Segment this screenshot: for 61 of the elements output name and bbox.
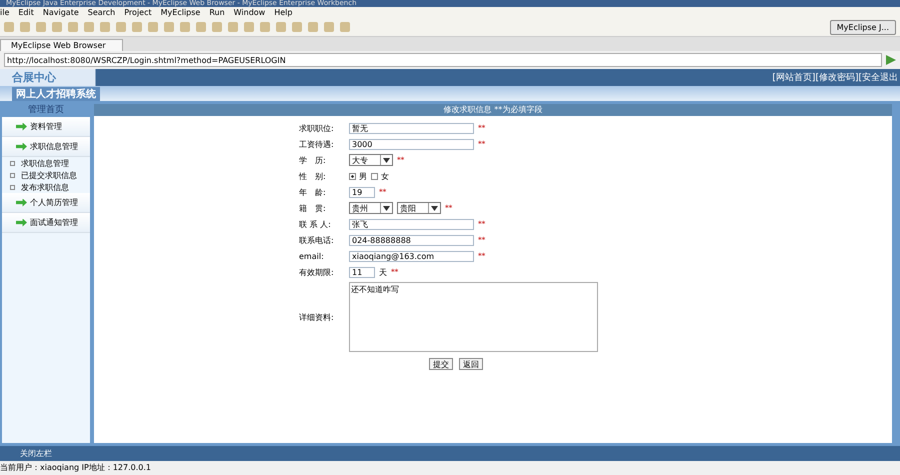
dropdown[interactable]: 贵州	[349, 202, 393, 214]
editor-tab[interactable]: MyEclipse Web Browser	[0, 39, 123, 51]
field-label: 有效期限:	[299, 266, 335, 278]
caret-icon	[380, 155, 392, 165]
menu-item[interactable]: Help	[274, 7, 292, 18]
sidebar-section[interactable]: 资料管理	[2, 117, 90, 137]
text-field[interactable]: 11	[349, 266, 375, 278]
dropdown[interactable]: 贵阳	[397, 202, 441, 214]
menu-item[interactable]: Search	[88, 7, 116, 18]
field-label: 求职职位:	[299, 122, 335, 134]
menu-item[interactable]: ile	[0, 7, 10, 18]
text-field[interactable]: 暂无	[349, 122, 474, 134]
text-field[interactable]: 张飞	[349, 218, 474, 230]
field-label: 性 别:	[299, 170, 327, 182]
sidebar-section[interactable]: 面试通知管理	[2, 213, 90, 233]
sidebar-title[interactable]: 管理首页	[2, 104, 90, 117]
text-field[interactable]: 19	[349, 186, 375, 198]
field-label: 籍 贯:	[299, 202, 327, 214]
sidebar-link[interactable]: 已提交求职信息	[2, 169, 90, 181]
sidebar-section[interactable]: 求职信息管理	[2, 137, 90, 157]
field-label: email:	[299, 252, 325, 260]
radio-label: 男	[359, 170, 367, 182]
text-field[interactable]: 3000	[349, 138, 474, 150]
menu-item[interactable]: Run	[209, 7, 225, 18]
unit-label: 天	[379, 266, 387, 278]
field-label: 联系电话:	[299, 234, 335, 246]
header-link[interactable]: [网站首页]	[772, 71, 816, 84]
menu-item[interactable]: Window	[234, 7, 266, 18]
dropdown[interactable]: 大专	[349, 154, 393, 166]
sidebar-section[interactable]: 个人简历管理	[2, 193, 90, 213]
site-logo: 合展中心	[10, 70, 56, 85]
text-field[interactable]: 024-88888888	[349, 234, 474, 246]
radio-label: 女	[381, 170, 389, 182]
text-field[interactable]: xiaoqiang@163.com	[349, 250, 474, 262]
radio-button[interactable]	[349, 172, 356, 180]
field-label: 年 龄:	[299, 186, 327, 198]
text-area[interactable]: 还不知道咋写	[349, 282, 598, 352]
footer-link[interactable]: 关闭左栏	[0, 448, 52, 459]
radio-button[interactable]	[371, 172, 378, 180]
menu-item[interactable]: Project	[124, 7, 152, 18]
field-label: 详细资料:	[299, 312, 335, 322]
system-title: 网上人才招聘系统	[12, 86, 100, 100]
form-header: 修改求职信息 **为必填字段	[94, 104, 892, 116]
sidebar-link[interactable]: 求职信息管理	[2, 157, 90, 169]
header-link[interactable]: [修改密码]	[815, 71, 858, 84]
status-text: 当前用户：xiaoqiang IP地址：127.0.0.1	[0, 461, 900, 475]
perspective-button[interactable]: MyEclipse J...	[830, 20, 896, 34]
go-icon[interactable]	[886, 55, 896, 65]
form-button[interactable]: 提交	[429, 358, 453, 370]
field-label: 工资待遇:	[299, 138, 335, 150]
address-field[interactable]: http://localhost:8080/WSRCZP/Login.shtml?method=PAGEUSERLOGIN	[4, 53, 882, 67]
field-label: 联 系 人:	[299, 218, 332, 230]
field-label: 学 历:	[299, 154, 327, 166]
caret-icon	[380, 203, 392, 213]
header-link[interactable]: [安全退出	[858, 71, 898, 84]
menu-item[interactable]: Edit	[18, 7, 34, 18]
form-button[interactable]: 返回	[459, 358, 483, 370]
caret-icon	[428, 203, 440, 213]
sidebar-link[interactable]: 发布求职信息	[2, 181, 90, 193]
menu-item[interactable]: Navigate	[42, 7, 79, 18]
menu-item[interactable]: MyEclipse	[160, 7, 200, 18]
